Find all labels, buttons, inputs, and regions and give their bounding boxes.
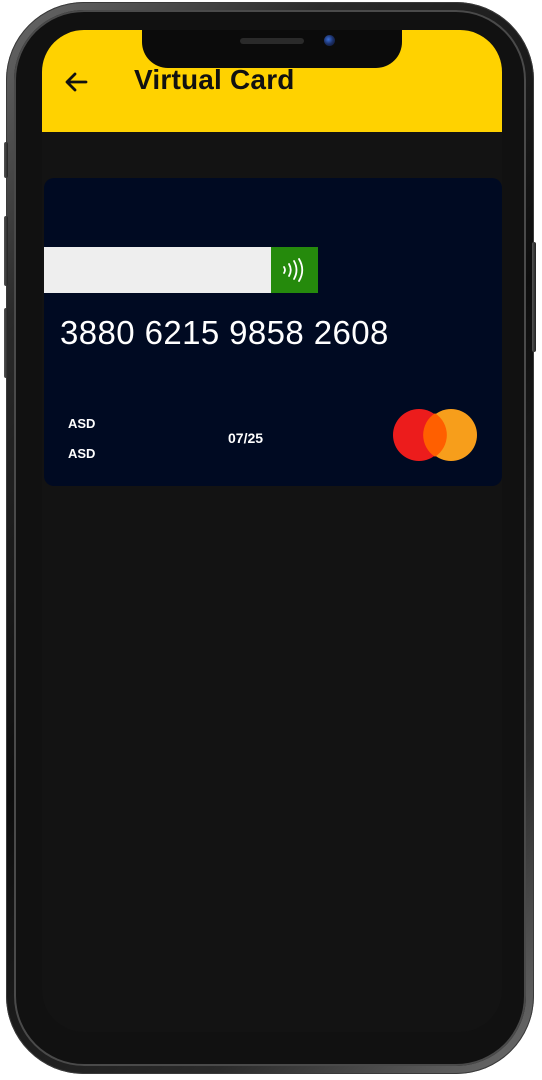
cardholder-line-2: ASD bbox=[68, 446, 96, 461]
virtual-card[interactable]: 3880 6215 9858 2608 ASD ASD 07/25 bbox=[44, 178, 502, 486]
app-screen: Virtual Card 3880 6215 9858 2608 ASD ASD… bbox=[42, 30, 502, 1032]
contactless-badge bbox=[271, 247, 318, 293]
silent-switch bbox=[4, 142, 8, 178]
signature-strip bbox=[44, 247, 271, 293]
power-button bbox=[532, 242, 536, 352]
arrow-left-icon[interactable] bbox=[62, 68, 90, 96]
volume-down-button bbox=[4, 308, 8, 378]
cardholder-line-1: ASD bbox=[68, 416, 96, 431]
contactless-icon bbox=[283, 258, 304, 282]
volume-up-button bbox=[4, 216, 8, 286]
card-number: 3880 6215 9858 2608 bbox=[60, 314, 389, 351]
front-camera bbox=[324, 35, 335, 46]
page-title: Virtual Card bbox=[134, 64, 295, 95]
card-expiry: 07/25 bbox=[228, 430, 264, 446]
phone-notch bbox=[142, 30, 402, 68]
mastercard-logo bbox=[393, 409, 477, 461]
earpiece-speaker bbox=[240, 38, 304, 44]
